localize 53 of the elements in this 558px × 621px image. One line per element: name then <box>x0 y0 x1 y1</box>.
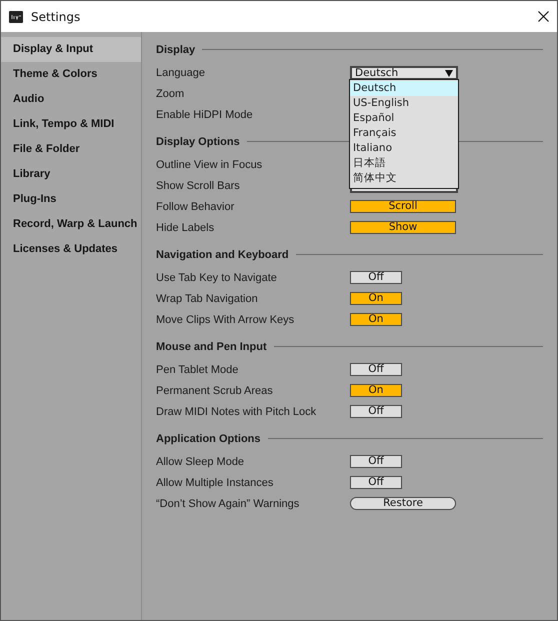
toggle-button[interactable]: Off <box>350 455 402 468</box>
toggle-button[interactable]: On <box>350 313 402 326</box>
sidebar-item[interactable]: Link, Tempo & MIDI <box>1 112 141 137</box>
menu-option[interactable]: US-English <box>350 96 458 111</box>
setting-label: Hide Labels <box>156 222 216 234</box>
toggle-button[interactable]: Show <box>350 221 456 234</box>
setting-label: Allow Multiple Instances <box>156 476 274 488</box>
setting-label: Enable HiDPI Mode <box>156 108 254 120</box>
setting-label: Pen Tablet Mode <box>156 364 240 376</box>
menu-option[interactable]: Deutsch <box>350 81 458 96</box>
toggle-button[interactable]: Off <box>350 363 402 376</box>
toggle-button[interactable]: On <box>350 384 402 397</box>
app-icon <box>9 10 23 22</box>
setting-label: Follow Behavior <box>156 200 236 212</box>
menu-option[interactable]: Italiano <box>350 141 458 156</box>
setting-label: Permanent Scrub Areas <box>156 384 274 396</box>
toggle-button[interactable]: Off <box>350 476 402 489</box>
close-icon[interactable] <box>538 11 549 22</box>
setting-label: Draw MIDI Notes with Pitch Lock <box>156 406 318 418</box>
sidebar-item[interactable]: Licenses & Updates <box>1 237 141 262</box>
setting-label: Allow Sleep Mode <box>156 456 246 468</box>
sidebar-item[interactable]: Plug-Ins <box>1 187 141 212</box>
setting-label: Move Clips With Arrow Keys <box>156 314 296 326</box>
setting-label: Outline View in Focus <box>156 158 264 170</box>
menu-option[interactable]: Español <box>350 111 458 126</box>
menu-option[interactable]: 简体中文 <box>350 171 458 186</box>
setting-label: Use Tab Key to Navigate <box>156 272 278 284</box>
sidebar-item[interactable]: Theme & Colors <box>1 62 141 87</box>
dropdown[interactable]: Deutsch <box>350 66 458 80</box>
section-heading: Display <box>156 44 196 56</box>
setting-label: Wrap Tab Navigation <box>156 292 259 304</box>
menu-option[interactable]: 日本語 <box>350 156 458 171</box>
sidebar-item[interactable]: Audio <box>1 87 141 112</box>
toggle-button[interactable]: On <box>350 292 402 305</box>
toggle-button[interactable]: Scroll <box>350 200 456 213</box>
setting-label: Show Scroll Bars <box>156 180 241 192</box>
setting-label: Language <box>156 66 206 78</box>
section-heading: Application Options <box>156 432 260 444</box>
setting-label: “Don’t Show Again” Warnings <box>156 498 300 510</box>
sidebar-item[interactable]: Display & Input <box>1 37 141 62</box>
caret-icon <box>445 70 453 76</box>
toggle-button[interactable]: Off <box>350 271 402 284</box>
sidebar-item[interactable]: Record, Warp & Launch <box>1 212 141 237</box>
restore-button[interactable]: Restore <box>350 497 456 510</box>
section-heading: Display Options <box>156 136 240 148</box>
section-heading: Navigation and Keyboard <box>156 248 289 260</box>
setting-label: Zoom <box>156 88 186 100</box>
window-title: Settings <box>31 10 82 24</box>
sidebar-item[interactable]: File & Folder <box>1 137 141 162</box>
section-heading: Mouse and Pen Input <box>156 340 267 352</box>
toggle-button[interactable]: Off <box>350 405 402 418</box>
sidebar-item[interactable]: Library <box>1 162 141 187</box>
menu-option[interactable]: Français <box>350 126 458 141</box>
